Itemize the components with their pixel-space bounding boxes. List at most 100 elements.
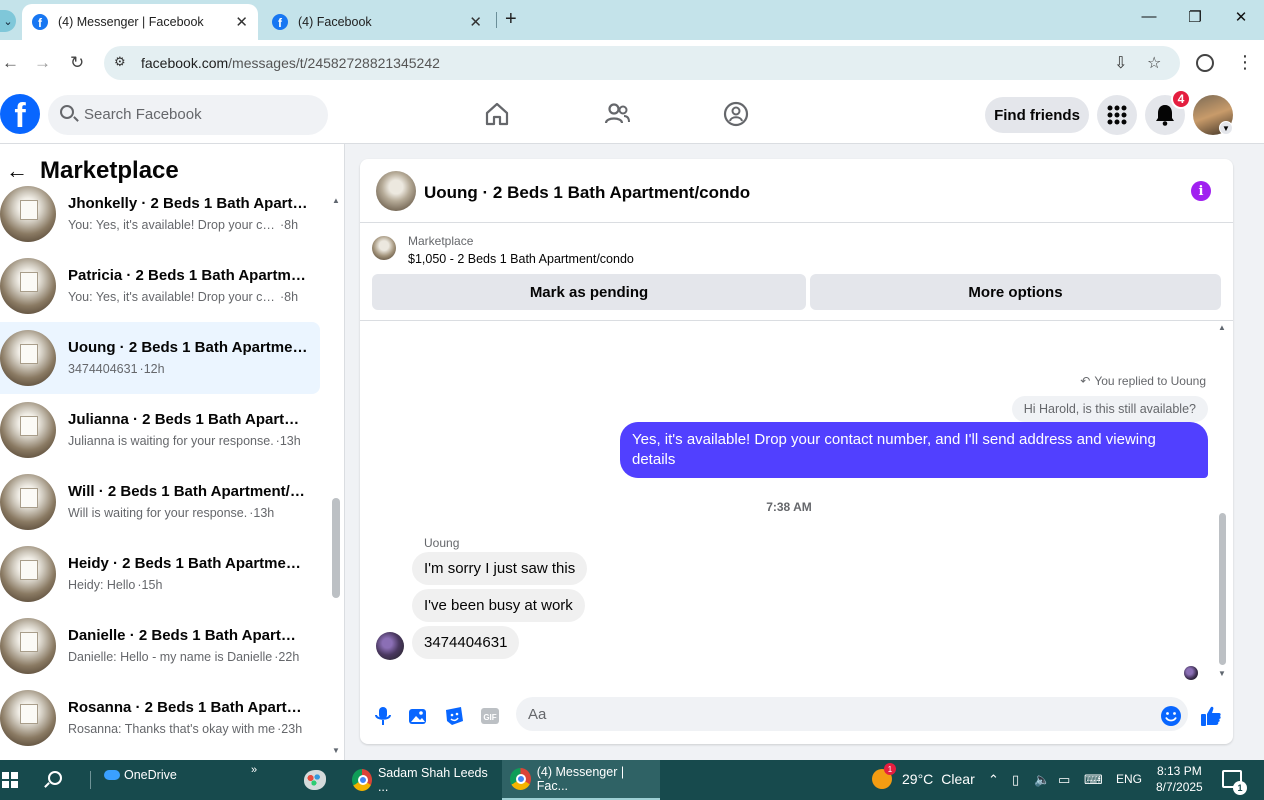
taskbar-clock[interactable]: 8:13 PM 8/7/2025 bbox=[1156, 763, 1203, 795]
conversation-item[interactable]: Heidy · 2 Beds 1 Bath Apartment/condo He… bbox=[0, 538, 320, 610]
conversation-preview: Rosanna: Thanks that's okay with me bbox=[68, 722, 276, 736]
keyboard-icon[interactable]: ⌨ bbox=[1084, 772, 1103, 788]
scroll-up-icon[interactable]: ▲ bbox=[332, 196, 340, 205]
paint-app-icon[interactable] bbox=[304, 770, 326, 790]
onedrive-toolbar[interactable]: OneDrive bbox=[104, 768, 177, 782]
friends-icon[interactable] bbox=[603, 100, 631, 128]
menu-grid-button[interactable] bbox=[1097, 95, 1137, 135]
thumbs-up-icon[interactable] bbox=[1200, 705, 1222, 727]
svg-text:GIF: GIF bbox=[483, 713, 496, 722]
scroll-up-icon[interactable]: ▲ bbox=[1218, 323, 1226, 332]
sender-avatar[interactable] bbox=[376, 632, 404, 660]
more-options-button[interactable]: More options bbox=[810, 274, 1221, 310]
tab-messenger[interactable]: f (4) Messenger | Facebook ✕ bbox=[22, 4, 258, 40]
conversation-name: Will · 2 Beds 1 Bath Apartment/condo bbox=[68, 483, 308, 500]
clock-date: 8/7/2025 bbox=[1156, 780, 1203, 794]
microphone-icon[interactable] bbox=[372, 705, 394, 727]
home-icon[interactable] bbox=[483, 100, 511, 128]
listing-thumbnail bbox=[0, 402, 56, 458]
conversation-list-scrollbar[interactable]: ▲ ▼ bbox=[332, 196, 340, 756]
network-icon[interactable]: ▭ bbox=[1058, 772, 1070, 788]
window-close-icon[interactable]: ✕ bbox=[1226, 8, 1256, 26]
listing-thumbnail bbox=[0, 330, 56, 386]
listing-thumbnail bbox=[0, 258, 56, 314]
conversation-name: Jhonkelly · 2 Beds 1 Bath Apartment/cond… bbox=[68, 195, 308, 212]
conversation-item[interactable]: Julianna · 2 Beds 1 Bath Apartment/condo… bbox=[0, 394, 320, 466]
conversation-item-active[interactable]: Uoung · 2 Beds 1 Bath Apartment/condo 34… bbox=[0, 322, 320, 394]
message-thread-scrollbar[interactable]: ▲ ▼ bbox=[1218, 323, 1226, 679]
facebook-favicon-icon: f bbox=[272, 14, 288, 30]
conversation-name: Uoung · 2 Beds 1 Bath Apartment/condo bbox=[68, 339, 308, 356]
listing-thumbnail bbox=[0, 618, 56, 674]
show-hidden-icons-icon[interactable]: ⌃ bbox=[988, 772, 999, 788]
browser-profile-icon[interactable] bbox=[1196, 54, 1214, 72]
message-composer: GIF bbox=[360, 687, 1233, 744]
conversation-item[interactable]: Danielle · 2 Beds 1 Bath Apartment/condo… bbox=[0, 610, 320, 682]
chat-title[interactable]: Uoung · 2 Beds 1 Bath Apartment/condo bbox=[424, 183, 750, 203]
minimize-icon[interactable]: — bbox=[1134, 8, 1164, 25]
groups-icon[interactable] bbox=[722, 100, 750, 128]
toolbar-expand-icon[interactable]: » bbox=[251, 764, 257, 776]
chat-listing-avatar[interactable] bbox=[376, 171, 416, 211]
chat-window: Uoung · 2 Beds 1 Bath Apartment/condo i … bbox=[360, 159, 1233, 744]
incoming-message[interactable]: I'm sorry I just saw this bbox=[412, 552, 588, 585]
windows-start-icon[interactable] bbox=[2, 772, 18, 788]
omnibox[interactable]: ⚙ facebook.com/messages/t/24582728821345… bbox=[104, 46, 1180, 80]
conversation-item[interactable]: Jhonkelly · 2 Beds 1 Bath Apartment/cond… bbox=[0, 178, 320, 250]
taskbar-chrome-window-active[interactable]: (4) Messenger | Fac... bbox=[502, 760, 660, 800]
listing-thumbnail bbox=[0, 474, 56, 530]
info-icon[interactable]: i bbox=[1191, 181, 1211, 201]
conversation-item[interactable]: Will · 2 Beds 1 Bath Apartment/condo Wil… bbox=[0, 466, 320, 538]
scroll-down-icon[interactable]: ▼ bbox=[1218, 669, 1226, 678]
url-text[interactable]: facebook.com/messages/t/2458272882134524… bbox=[141, 55, 440, 71]
tab-search-chevron-icon[interactable]: ⌄ bbox=[0, 10, 16, 32]
new-tab-icon[interactable]: + bbox=[505, 8, 517, 31]
browser-menu-icon[interactable]: ⋮ bbox=[1236, 52, 1254, 73]
onedrive-cloud-icon bbox=[104, 770, 120, 780]
notification-center-badge: 1 bbox=[1233, 781, 1247, 795]
conversation-item[interactable]: Rosanna · 2 Beds 1 Bath Apartment/condo … bbox=[0, 682, 320, 754]
site-settings-icon[interactable]: ⚙ bbox=[114, 54, 132, 72]
windows-taskbar: OneDrive » Sadam Shah Leeds ... (4) Mess… bbox=[0, 760, 1264, 800]
conversation-time: ·13h bbox=[249, 506, 275, 520]
language-indicator[interactable]: ENG bbox=[1116, 772, 1142, 786]
scroll-down-icon[interactable]: ▼ bbox=[332, 746, 340, 755]
find-friends-button[interactable]: Find friends bbox=[985, 97, 1089, 133]
restore-icon[interactable]: ❐ bbox=[1180, 8, 1210, 26]
gif-icon[interactable]: GIF bbox=[479, 705, 501, 727]
notification-badge: 4 bbox=[1171, 89, 1191, 109]
reload-icon[interactable]: ↻ bbox=[70, 53, 84, 73]
device-icon[interactable]: ▯ bbox=[1012, 772, 1019, 788]
incoming-message[interactable]: 3474404631 bbox=[412, 626, 520, 659]
facebook-search-box[interactable]: Search Facebook bbox=[48, 95, 328, 135]
facebook-logo-icon[interactable]: f bbox=[0, 94, 40, 134]
message-input[interactable] bbox=[516, 697, 1188, 731]
conversation-item[interactable]: Patricia · 2 Beds 1 Bath Apartment/condo… bbox=[0, 250, 320, 322]
sun-weather-icon: 1 bbox=[872, 763, 896, 789]
tab-facebook[interactable]: f (4) Facebook ✕ bbox=[262, 4, 492, 40]
emoji-icon[interactable] bbox=[1160, 705, 1182, 727]
mark-as-pending-button[interactable]: Mark as pending bbox=[372, 274, 806, 310]
listing-thumbnail[interactable] bbox=[372, 236, 396, 260]
listing-title[interactable]: $1,050 - 2 Beds 1 Bath Apartment/condo bbox=[408, 252, 634, 266]
photo-icon[interactable] bbox=[407, 705, 429, 727]
bookmark-star-icon[interactable]: ☆ bbox=[1147, 53, 1161, 73]
close-tab-icon[interactable]: ✕ bbox=[469, 13, 482, 31]
chevron-down-icon[interactable]: ▼ bbox=[1219, 121, 1233, 135]
marketplace-listing-card: Marketplace $1,050 - 2 Beds 1 Bath Apart… bbox=[360, 224, 1233, 321]
close-tab-icon[interactable]: ✕ bbox=[235, 13, 248, 31]
scrollbar-thumb[interactable] bbox=[332, 498, 340, 598]
install-app-icon[interactable]: ⇩ bbox=[1114, 53, 1127, 73]
taskbar-chrome-window[interactable]: Sadam Shah Leeds ... bbox=[344, 760, 498, 800]
outgoing-message[interactable]: Yes, it's available! Drop your contact n… bbox=[620, 422, 1208, 478]
back-icon[interactable]: ← bbox=[2, 53, 19, 73]
weather-widget[interactable]: 1 29°C Clear bbox=[872, 763, 975, 789]
scrollbar-thumb[interactable] bbox=[1219, 513, 1226, 665]
volume-icon[interactable]: 🔈 bbox=[1034, 772, 1050, 788]
taskbar-search-icon[interactable] bbox=[48, 771, 62, 785]
sticker-icon[interactable] bbox=[443, 705, 465, 727]
forward-icon[interactable]: → bbox=[34, 53, 51, 73]
quoted-message[interactable]: Hi Harold, is this still available? bbox=[1011, 396, 1208, 422]
incoming-message[interactable]: I've been busy at work bbox=[412, 589, 585, 622]
conversation-time: ·8h bbox=[280, 290, 299, 304]
